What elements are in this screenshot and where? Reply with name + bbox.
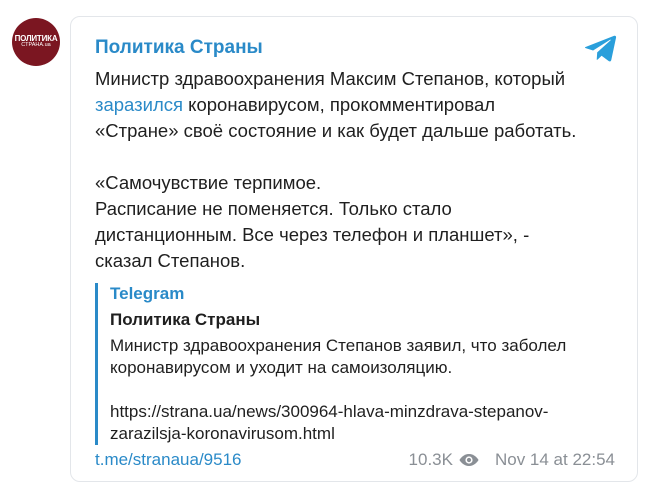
channel-avatar[interactable]: ПОЛИТИКА СТРАНА.ua — [12, 18, 60, 66]
preview-url-line: https://strana.ua/news/300964-hlava-minz… — [110, 402, 549, 421]
post-card: Политика Страны Министр здравоохранения … — [70, 16, 638, 482]
message-line: «Стране» своё состояние и как будет даль… — [95, 120, 577, 141]
link-preview[interactable]: Telegram Политика Страны Министр здравоо… — [95, 283, 615, 445]
post-footer: t.me/stranaua/9516 10.3K Nov 14 at 22:54 — [95, 449, 615, 471]
preview-text-line: коронавирусом и уходит на самоизоляцию. — [110, 358, 453, 377]
message-line: сказал Степанов. — [95, 250, 246, 271]
post-timestamp[interactable]: Nov 14 at 22:54 — [495, 450, 615, 470]
message-line: «Самочувствие терпимое. — [95, 172, 322, 193]
channel-name-link[interactable]: Политика Страны — [95, 37, 263, 59]
message-line: Министр здравоохранения Максим Степанов,… — [95, 68, 566, 89]
preview-url-line: zarazilsja-koronavirusom.html — [110, 424, 335, 443]
avatar-text-line2: СТРАНА.ua — [21, 42, 51, 49]
message-line-rest: коронавирусом, прокомментировал — [183, 94, 496, 115]
preview-gap — [110, 379, 615, 401]
view-count: 10.3K — [408, 450, 453, 469]
message-line: дистанционным. Все через телефон и планш… — [95, 224, 530, 245]
preview-source: Telegram — [110, 284, 185, 303]
preview-title: Политика Страны — [110, 310, 261, 329]
message-text: Министр здравоохранения Максим Степанов,… — [95, 66, 625, 274]
post-meta: 10.3K Nov 14 at 22:54 — [409, 450, 615, 470]
preview-description: Министр здравоохранения Степанов заявил,… — [110, 335, 615, 445]
eye-icon — [459, 454, 479, 466]
message-line: Расписание не поменяется. Только стало — [95, 198, 452, 219]
preview-text-line: Министр здравоохранения Степанов заявил,… — [110, 336, 567, 355]
infected-link[interactable]: заразился — [95, 94, 183, 115]
telegram-logo-icon[interactable] — [585, 34, 617, 62]
permalink[interactable]: t.me/stranaua/9516 — [95, 450, 241, 470]
message-line: заразился коронавирусом, прокомментирова… — [95, 92, 625, 118]
